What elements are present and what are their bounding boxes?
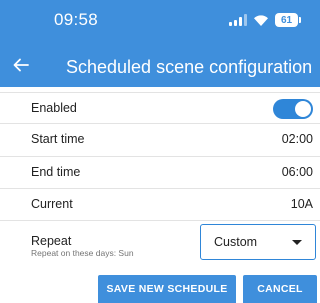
- enabled-toggle[interactable]: [273, 99, 313, 119]
- wifi-icon: [254, 15, 268, 26]
- page-title: Scheduled scene configuration: [66, 57, 313, 77]
- battery-level: 61: [280, 14, 293, 26]
- chevron-down-icon: [292, 240, 302, 245]
- save-new-schedule-button[interactable]: SAVE NEW SCHEDULE: [98, 275, 236, 303]
- enabled-label: Enabled: [31, 101, 77, 115]
- end-time-label: End time: [31, 165, 81, 179]
- current-value[interactable]: 10A: [291, 197, 313, 211]
- repeat-selected-value: Custom: [214, 235, 258, 249]
- start-time-row[interactable]: Start time 02:00: [0, 124, 320, 157]
- repeat-select[interactable]: Custom: [200, 224, 316, 260]
- end-time-value[interactable]: 06:00: [282, 165, 313, 179]
- current-label: Current: [31, 197, 73, 211]
- signal-icon: [229, 14, 247, 26]
- toggle-knob: [295, 101, 311, 117]
- current-row[interactable]: Current 10A: [0, 189, 320, 221]
- status-time: 09:58: [54, 10, 99, 29]
- end-time-row[interactable]: End time 06:00: [0, 157, 320, 189]
- start-time-value[interactable]: 02:00: [282, 132, 313, 146]
- repeat-subtitle: Repeat on these days: Sun: [31, 248, 134, 258]
- status-icons: 61: [229, 12, 301, 28]
- app-bar: 09:58 61 Scheduled scene configuration: [0, 0, 320, 87]
- repeat-label: Repeat: [31, 234, 72, 248]
- battery-icon: 61: [275, 13, 301, 27]
- cancel-button[interactable]: CANCEL: [243, 275, 317, 303]
- enabled-row: Enabled: [0, 92, 320, 124]
- arrow-left-icon[interactable]: [11, 55, 31, 75]
- start-time-label: Start time: [31, 132, 85, 146]
